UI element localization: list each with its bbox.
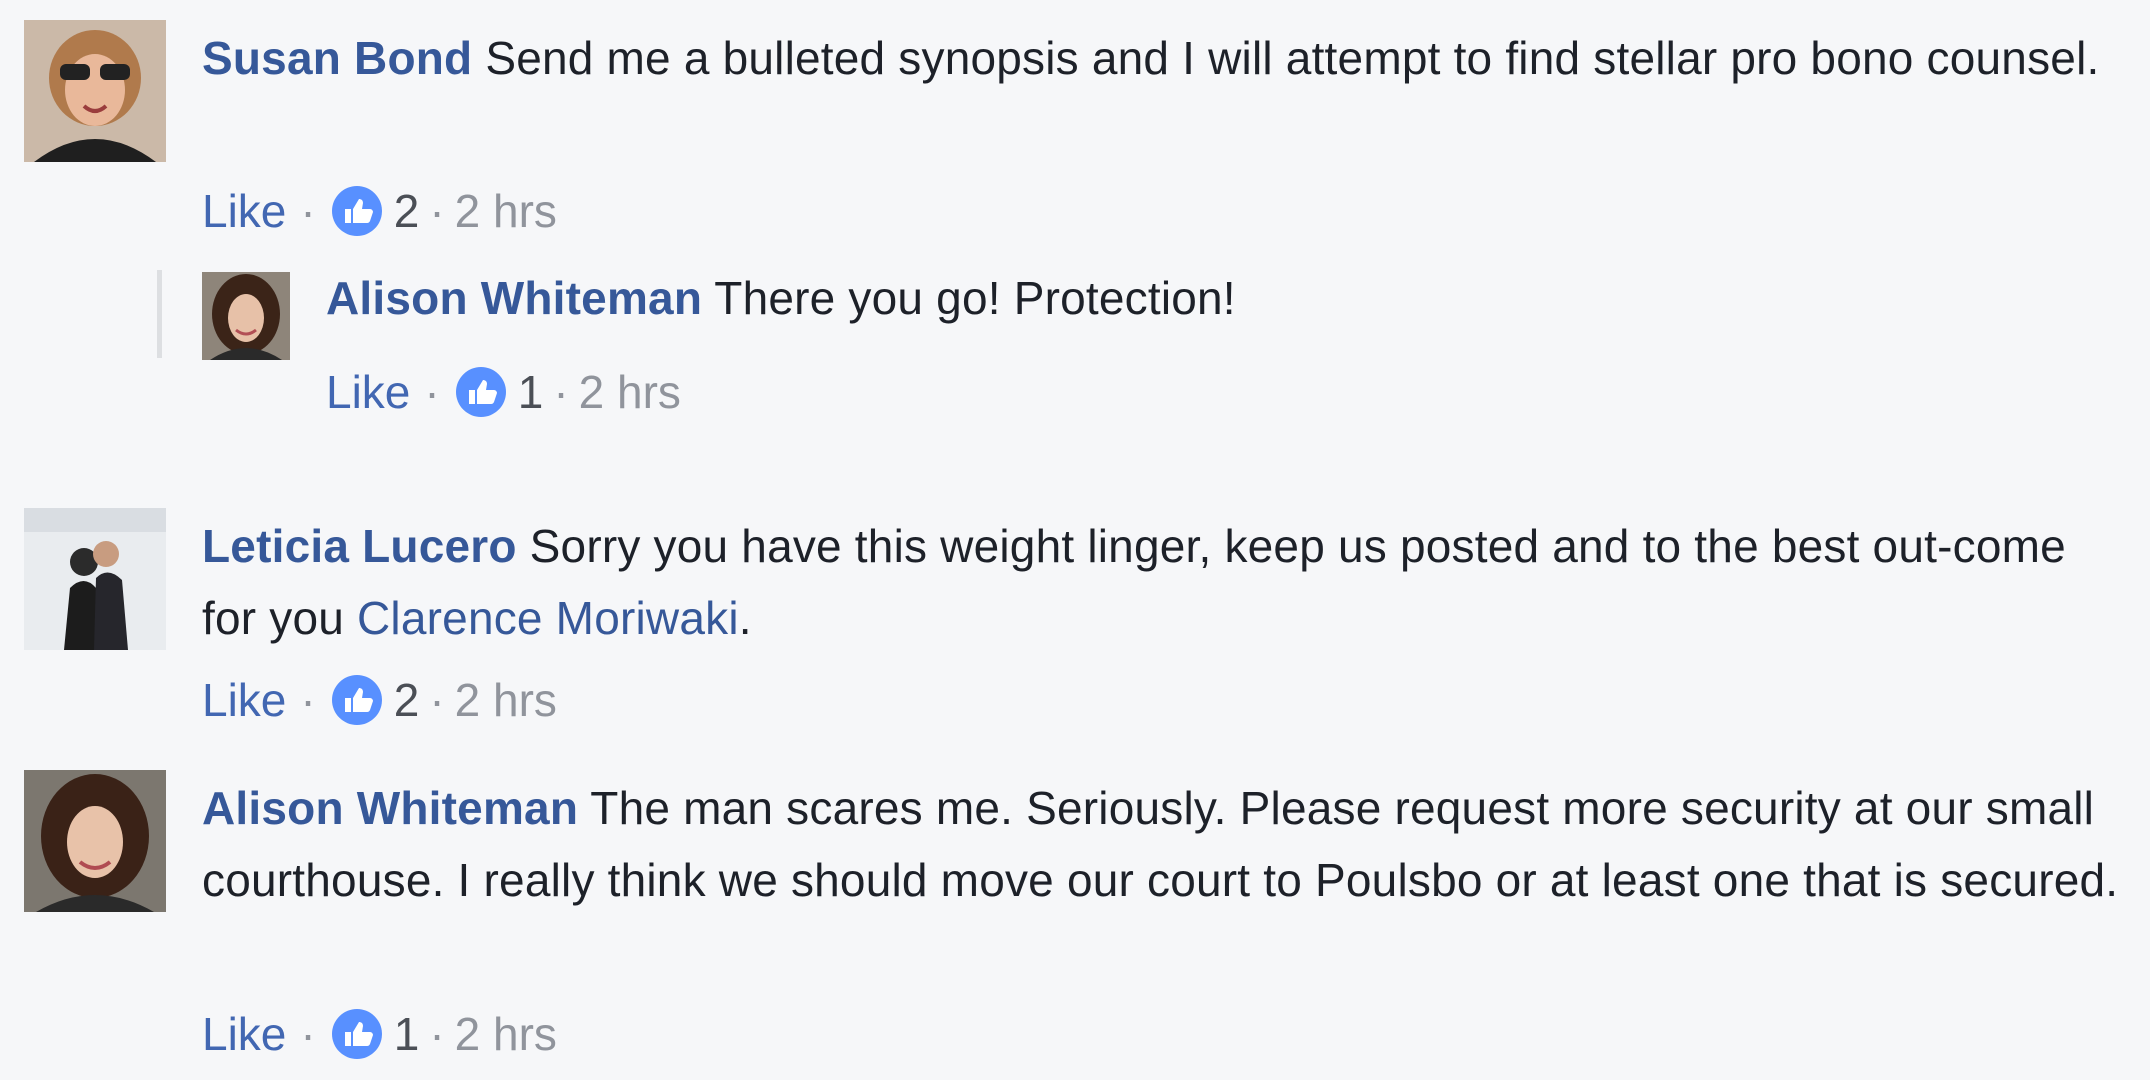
avatar-photo-alison-whiteman [202, 272, 290, 360]
avatar[interactable] [24, 20, 166, 162]
author-name[interactable]: Alison Whiteman [202, 782, 578, 834]
timestamp[interactable]: 2 hrs [455, 1004, 557, 1064]
like-button[interactable]: Like [202, 670, 286, 730]
comment-body: Alison Whiteman The man scares me. Serio… [202, 772, 2122, 916]
avatar[interactable] [24, 770, 166, 912]
avatar[interactable] [202, 272, 290, 360]
timestamp[interactable]: 2 hrs [455, 670, 557, 730]
separator: · [429, 674, 445, 726]
author-name[interactable]: Leticia Lucero [202, 520, 517, 572]
like-button[interactable]: Like [202, 181, 286, 241]
reaction-count[interactable]: 1 [518, 362, 544, 422]
timestamp[interactable]: 2 hrs [455, 181, 557, 241]
separator: · [553, 366, 569, 418]
separator: · [300, 1008, 316, 1060]
separator: · [424, 366, 440, 418]
like-button[interactable]: Like [202, 1004, 286, 1064]
author-name[interactable]: Alison Whiteman [326, 272, 702, 324]
like-button[interactable]: Like [326, 362, 410, 422]
comment-meta: Like · 2 · 2 hrs [202, 670, 557, 730]
separator: · [300, 674, 316, 726]
reaction-count[interactable]: 2 [394, 181, 420, 241]
timestamp[interactable]: 2 hrs [579, 362, 681, 422]
comment-text-end: . [738, 592, 752, 644]
comment-meta: Like · 1 · 2 hrs [202, 1004, 557, 1064]
reaction-count[interactable]: 2 [394, 670, 420, 730]
author-name[interactable]: Susan Bond [202, 32, 472, 84]
reaction-count[interactable]: 1 [394, 1004, 420, 1064]
avatar[interactable] [24, 508, 166, 650]
separator: · [300, 185, 316, 237]
thumbs-up-icon[interactable] [330, 1007, 384, 1061]
comment-meta: Like · 1 · 2 hrs [326, 362, 681, 422]
comment-text: There you go! Protection! [702, 272, 1236, 324]
comment-meta: Like · 2 · 2 hrs [202, 181, 557, 241]
avatar-photo-alison-whiteman [24, 770, 166, 912]
comment-body: Susan Bond Send me a bulleted synopsis a… [202, 22, 2102, 94]
comment-text: Send me a bulleted synopsis and I will a… [472, 32, 2100, 84]
comment-susan-bond: Susan Bond Send me a bulleted synopsis a… [0, 0, 2150, 250]
thumbs-up-icon[interactable] [454, 365, 508, 419]
comment-leticia-lucero: Leticia Lucero Sorry you have this weigh… [0, 500, 2150, 740]
avatar-photo-susan-bond [24, 20, 166, 162]
thumbs-up-icon[interactable] [330, 673, 384, 727]
mention-link[interactable]: Clarence Moriwaki [357, 592, 739, 644]
comment-body: Alison Whiteman There you go! Protection… [326, 262, 2106, 334]
separator: · [429, 1008, 445, 1060]
comment-alison-whiteman: Alison Whiteman The man scares me. Serio… [0, 760, 2150, 1080]
thumbs-up-icon[interactable] [330, 184, 384, 238]
separator: · [429, 185, 445, 237]
comment-body: Leticia Lucero Sorry you have this weigh… [202, 510, 2132, 654]
avatar-photo-leticia-lucero [24, 508, 166, 650]
reply-alison-whiteman: Alison Whiteman There you go! Protection… [0, 262, 2150, 432]
